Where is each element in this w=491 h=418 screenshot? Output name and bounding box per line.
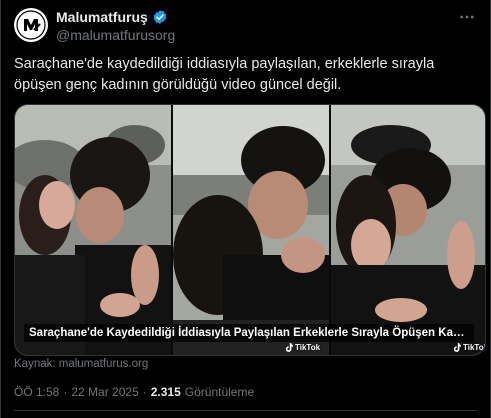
video-frame-2 <box>173 105 329 355</box>
tiktok-label: TikTok <box>463 343 486 352</box>
video-player[interactable]: Saraçhane'de Kaydedildiği İddiasıyla Pay… <box>14 104 486 356</box>
views-label: Görüntüleme <box>184 385 255 399</box>
tweet-time[interactable]: ÖÖ 1:58 <box>14 384 59 400</box>
tweet-text: Saraçhane'de kaydedildiği iddiasıyla pay… <box>14 56 435 93</box>
tweet-meta: ÖÖ 1:58 · 22 Mar 2025 · 2.315 Görüntülem… <box>14 384 254 400</box>
video-frame-3 <box>331 105 485 355</box>
more-options-icon[interactable] <box>456 6 478 28</box>
author-name-row: Malumatfuruş <box>56 8 168 26</box>
tweet-date[interactable]: 22 Mar 2025 <box>71 384 138 400</box>
video-caption: Saraçhane'de Kaydedildiği İddiasıyla Pay… <box>24 324 474 342</box>
tiktok-watermark: TikTok <box>453 343 486 352</box>
author-handle[interactable]: @malumatfurusorg <box>56 26 175 44</box>
source-link[interactable]: Kaynak: malumatfurus.org <box>14 357 148 371</box>
divider-line <box>14 410 477 411</box>
tiktok-logo-icon <box>285 343 293 352</box>
tiktok-watermark: TikTok <box>285 343 320 352</box>
meta-separator: · <box>63 385 68 399</box>
meta-separator: · <box>142 385 147 399</box>
verified-badge-icon[interactable] <box>152 9 168 25</box>
tiktok-label: TikTok <box>295 343 321 352</box>
video-frame-1 <box>15 105 171 355</box>
avatar[interactable] <box>14 8 48 42</box>
malumatfurus-logo-icon <box>16 10 46 40</box>
views-count: 2.315 <box>150 385 181 399</box>
tiktok-logo-icon <box>453 343 461 352</box>
tweet-card: Malumatfuruş @malumatfurusorg Saraçhane'… <box>0 0 491 418</box>
author-display-name[interactable]: Malumatfuruş <box>56 8 148 26</box>
